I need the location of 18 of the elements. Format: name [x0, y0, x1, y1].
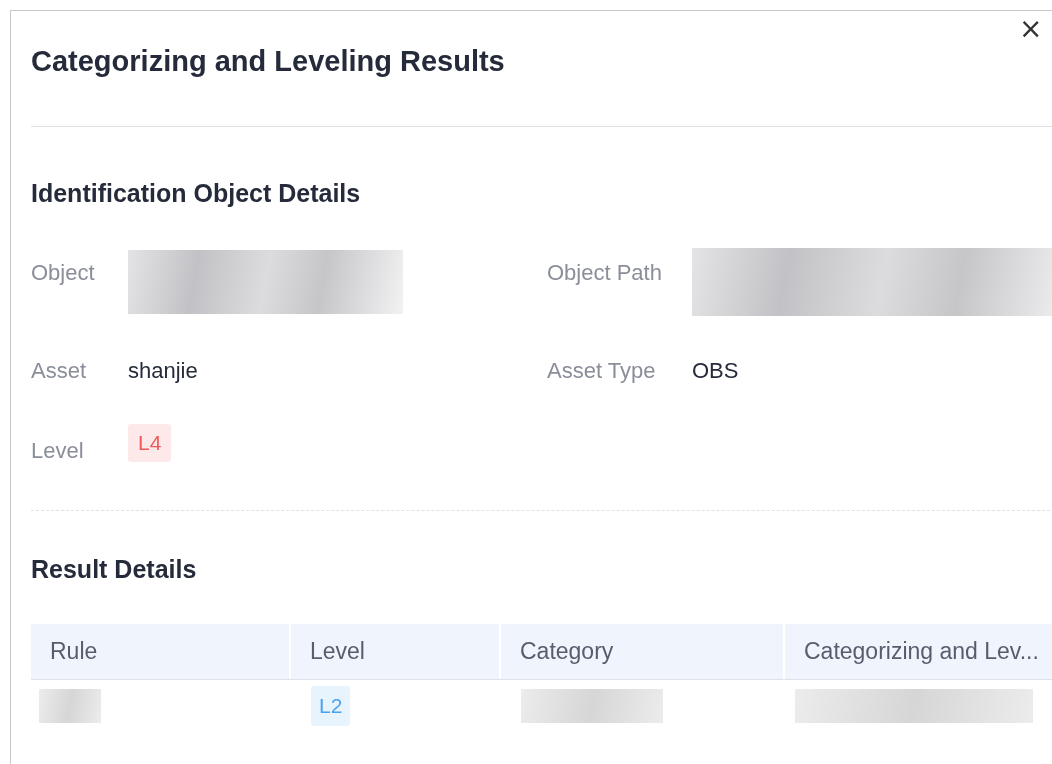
level-tag: L4	[128, 424, 172, 462]
field-label: Object Path	[547, 259, 663, 286]
dialog-title: Categorizing and Leveling Results	[31, 44, 505, 79]
field-label: Asset Type	[547, 358, 657, 384]
field-label: Level	[31, 437, 85, 464]
column-header: Category	[501, 624, 785, 679]
field-value: OBS	[692, 358, 739, 384]
field-label: Asset	[31, 358, 88, 384]
redacted-value	[39, 689, 101, 723]
field-value: shanjie	[128, 358, 198, 384]
section-title: Result Details	[31, 555, 197, 584]
column-header: Categorizing and Lev...	[785, 624, 1052, 679]
column-header: Level	[291, 624, 501, 679]
close-button[interactable]: ×	[1019, 17, 1043, 41]
column-header: Rule	[31, 624, 291, 679]
level-tag: L2	[311, 686, 351, 726]
section-title: Identification Object Details	[31, 179, 361, 208]
field-label: Object	[31, 259, 96, 286]
